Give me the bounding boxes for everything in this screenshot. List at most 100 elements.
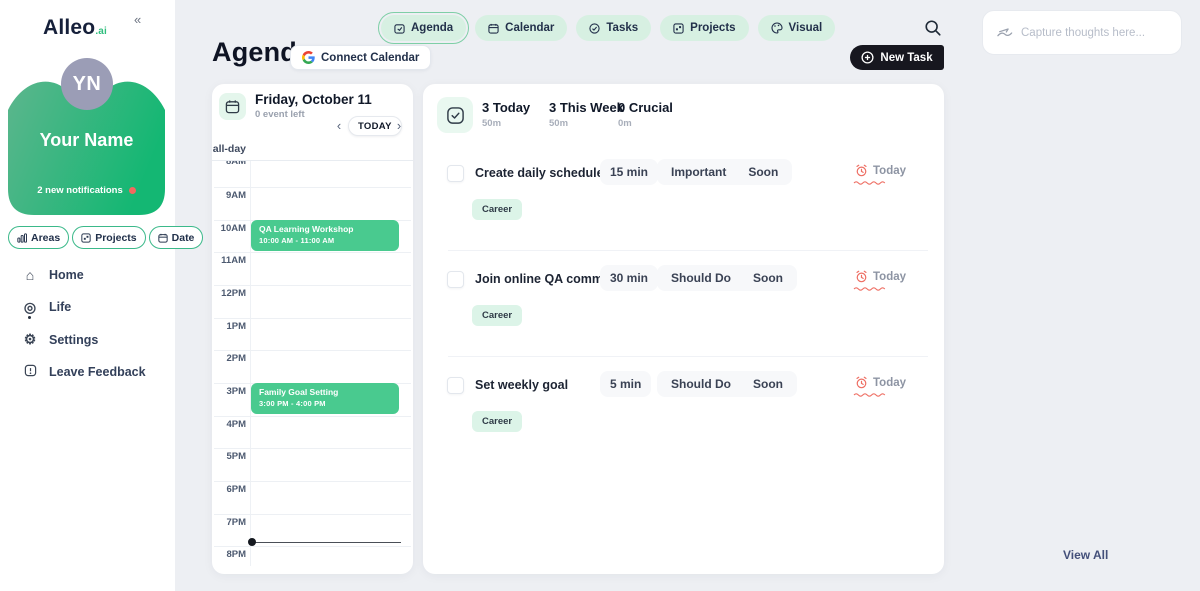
all-day-label: all-day — [212, 143, 246, 155]
task-tag-career[interactable]: Career — [472, 199, 522, 220]
stat-value: 3 Today — [482, 100, 530, 115]
connect-calendar-label: Connect Calendar — [321, 52, 419, 64]
projects-grid-icon — [673, 23, 684, 34]
task-priority-pill[interactable]: Should Do Soon — [657, 371, 797, 397]
hour-label: 12PM — [212, 288, 246, 299]
prev-day-chevron-icon[interactable]: ‹ — [332, 118, 346, 134]
tab-projects[interactable]: Projects — [660, 15, 748, 41]
event-time: 10:00 AM - 11:00 AM — [259, 236, 391, 245]
task-tag-career[interactable]: Career — [472, 411, 522, 432]
tab-label: Agenda — [411, 22, 453, 34]
current-time-dot[interactable] — [248, 538, 256, 546]
calendar-tile-icon — [219, 93, 246, 120]
sidebar-menu: ⌂ Home ◎ Life ⚙ Settings Leave Feedback — [22, 264, 146, 394]
hour-line — [214, 285, 411, 286]
sidebar-item-settings[interactable]: ⚙ Settings — [22, 329, 146, 350]
life-target-icon: ◎ — [22, 299, 38, 316]
quick-capture-field[interactable] — [982, 10, 1182, 55]
sidebar-item-label: Leave Feedback — [49, 365, 146, 379]
stat-duration: 0m — [618, 118, 673, 129]
feedback-icon — [22, 364, 38, 380]
hour-label: 3PM — [212, 386, 246, 397]
app-logo: Alleo.ai — [0, 16, 150, 40]
home-icon: ⌂ — [22, 267, 38, 283]
hour-line — [214, 416, 411, 417]
hour-line — [214, 350, 411, 351]
hour-label: 8PM — [212, 549, 246, 560]
date-icon — [158, 233, 168, 243]
task-tag-career[interactable]: Career — [472, 305, 522, 326]
stat-crucial: 0 Crucial 0m — [618, 100, 673, 129]
task-due[interactable]: Today — [855, 376, 906, 389]
task-priority-pill[interactable]: Important Soon — [657, 159, 792, 185]
projects-icon — [81, 233, 91, 243]
search-icon[interactable] — [924, 19, 944, 39]
sidebar-item-leave-feedback[interactable]: Leave Feedback — [22, 362, 146, 383]
calendar-event[interactable]: Family Goal Setting 3:00 PM - 4:00 PM — [251, 383, 399, 414]
hour-label: 5PM — [212, 451, 246, 462]
calendar-event[interactable]: QA Learning Workshop 10:00 AM - 11:00 AM — [251, 220, 399, 251]
task-duration-pill[interactable]: 30 min — [600, 265, 658, 291]
scribble-pen-icon — [997, 27, 1013, 39]
chip-areas[interactable]: Areas — [8, 226, 69, 249]
agenda-icon — [394, 23, 405, 34]
task-due[interactable]: Today — [855, 270, 906, 283]
task-timing: Soon — [748, 165, 778, 179]
chip-date[interactable]: Date — [149, 226, 204, 249]
tab-tasks[interactable]: Tasks — [576, 15, 651, 41]
hour-line — [214, 187, 411, 188]
sidebar-item-home[interactable]: ⌂ Home — [22, 264, 146, 285]
tab-label: Projects — [690, 22, 735, 34]
tab-calendar[interactable]: Calendar — [475, 15, 567, 41]
connect-calendar-button[interactable]: Connect Calendar — [290, 45, 431, 70]
task-title[interactable]: Set weekly goal — [475, 378, 568, 392]
hour-line — [214, 546, 411, 547]
gear-icon: ⚙ — [22, 331, 38, 348]
avatar[interactable]: YN — [61, 58, 113, 110]
task-title[interactable]: Create daily schedule — [475, 166, 604, 180]
task-duration-pill[interactable]: 5 min — [600, 371, 651, 397]
collapse-sidebar-icon[interactable]: « — [134, 12, 141, 27]
task-duration-pill[interactable]: 15 min — [600, 159, 658, 185]
next-day-chevron-icon[interactable]: › — [392, 118, 406, 134]
hour-label: 2PM — [212, 353, 246, 364]
profile-card[interactable]: YN Your Name 2 new notifications — [8, 58, 165, 215]
alarm-clock-icon — [855, 270, 868, 283]
sidebar-item-label: Life — [49, 300, 71, 314]
tab-visual[interactable]: Visual — [758, 15, 836, 41]
hour-line — [214, 252, 411, 253]
chip-date-label: Date — [172, 232, 195, 244]
view-all-link[interactable]: View All — [1063, 548, 1108, 562]
divider — [212, 160, 413, 161]
alarm-clock-icon — [855, 376, 868, 389]
task-priority: Important — [671, 165, 726, 179]
stat-duration: 50m — [482, 118, 530, 129]
task-checkbox[interactable] — [447, 377, 464, 394]
tasks-panel: 3 Today 50m 3 This Week 50m 0 Crucial 0m… — [423, 84, 944, 574]
capture-input[interactable] — [1021, 27, 1161, 39]
calendar-date-title: Friday, October 11 — [255, 92, 372, 107]
hour-line — [214, 318, 411, 319]
task-priority: Should Do — [671, 377, 731, 391]
due-underline-squiggle — [853, 180, 889, 185]
tab-label: Tasks — [606, 22, 638, 34]
task-priority-pill[interactable]: Should Do Soon — [657, 265, 797, 291]
tab-agenda[interactable]: Agenda — [381, 15, 466, 41]
active-indicator-dot — [28, 316, 31, 319]
notifications-label: 2 new notifications — [37, 185, 123, 196]
task-checkbox[interactable] — [447, 165, 464, 182]
sidebar-item-life[interactable]: ◎ Life — [22, 297, 146, 318]
chip-projects[interactable]: Projects — [72, 226, 145, 249]
hour-label: 6PM — [212, 484, 246, 495]
notifications-link[interactable]: 2 new notifications — [8, 185, 165, 196]
task-checkbox[interactable] — [447, 271, 464, 288]
new-task-button[interactable]: New Task — [850, 45, 944, 70]
notification-dot-icon — [129, 187, 136, 194]
day-time-grid[interactable]: 8AM all-day 9AM 10AM 11AM 12PM 1PM 2PM 3… — [212, 140, 413, 566]
task-due[interactable]: Today — [855, 164, 906, 177]
stat-this-week: 3 This Week 50m — [549, 100, 624, 129]
stat-value: 3 This Week — [549, 100, 624, 115]
tasks-check-icon — [589, 23, 600, 34]
calendar-icon — [488, 23, 499, 34]
event-title: QA Learning Workshop — [259, 224, 391, 234]
